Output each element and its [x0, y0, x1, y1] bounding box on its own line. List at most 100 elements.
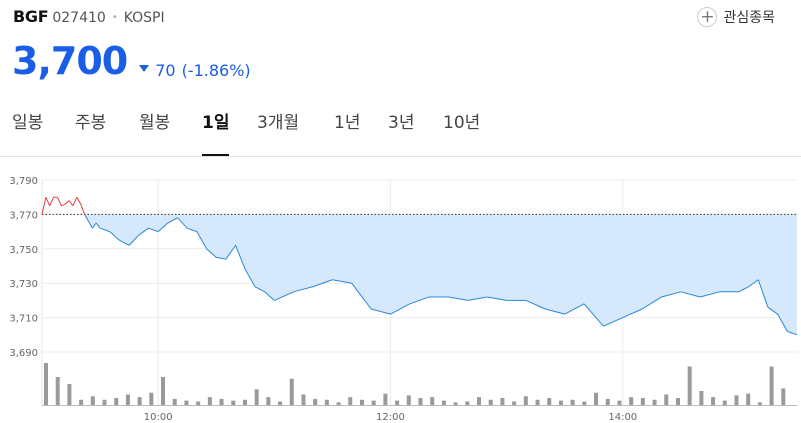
stock-header: BGF 027410 • KOSPI — [13, 7, 165, 31]
x-tick-label: 10:00 — [144, 412, 173, 423]
volume-bar — [746, 393, 751, 405]
volume-bar — [640, 398, 645, 405]
volume-bar — [617, 400, 622, 405]
price-line-segment — [57, 196, 62, 207]
stock-code: 027410 — [52, 10, 106, 26]
volume-bar — [383, 393, 388, 405]
volume-bar — [313, 398, 318, 405]
volume-bar — [371, 400, 376, 405]
volume-bar — [441, 400, 446, 405]
volume-bar — [278, 401, 283, 405]
price-line-segment — [80, 203, 86, 215]
price-line-segment — [49, 196, 55, 207]
volume-bar — [535, 399, 540, 405]
volume-bar — [336, 402, 341, 405]
price-area-fill — [42, 214, 797, 335]
volume-bar — [418, 398, 423, 405]
volume-bar — [44, 363, 48, 405]
volume-bar — [465, 401, 470, 405]
y-tick-label: 3,690 — [9, 348, 38, 359]
volume-bar — [254, 389, 259, 405]
price-line-segment — [72, 196, 78, 207]
volume-bar — [149, 392, 154, 405]
volume-bar — [324, 399, 329, 405]
y-tick-label: 3,710 — [9, 314, 38, 325]
volume-bar — [594, 392, 599, 405]
volume-bar — [231, 400, 236, 405]
volume-bar — [196, 401, 201, 405]
tab-1day[interactable]: 1일 — [202, 108, 230, 156]
volume-bar — [67, 384, 72, 405]
volume-bar — [582, 401, 587, 405]
volume-bar — [711, 397, 716, 405]
tab-3month[interactable]: 3개월 — [257, 108, 299, 138]
volume-bar — [558, 400, 563, 405]
volume-bar — [289, 378, 294, 405]
volume-bar — [488, 399, 493, 405]
down-arrow-icon — [139, 65, 150, 72]
volume-bar — [114, 398, 119, 405]
x-tick-label: 12:00 — [376, 412, 405, 423]
tab-weekly[interactable]: 주봉 — [75, 108, 106, 138]
volume-bar — [675, 398, 680, 405]
volume-bar — [477, 397, 482, 405]
volume-bar — [430, 397, 435, 405]
volume-bar — [90, 396, 95, 405]
plus-icon: + — [697, 7, 718, 27]
tab-10year[interactable]: 10년 — [443, 108, 480, 138]
volume-bar — [359, 399, 364, 405]
volume-bar — [781, 388, 786, 405]
change-amount: 70 — [155, 61, 176, 80]
volume-bar — [453, 402, 458, 405]
volume-bar — [242, 399, 247, 405]
current-price: 3,700 — [12, 39, 128, 83]
volume-bar — [547, 398, 552, 405]
tab-3year[interactable]: 3년 — [388, 108, 414, 138]
volume-bar — [687, 366, 692, 405]
y-tick-label: 3,790 — [9, 176, 38, 187]
volume-bar — [55, 377, 60, 405]
volume-bar — [102, 399, 107, 405]
volume-bar — [652, 399, 657, 405]
volume-bar — [722, 400, 727, 405]
add-watchlist-button[interactable]: + 관심종목 — [697, 7, 775, 27]
period-tabs: 일봉 주봉 월봉 1일 3개월 1년 3년 10년 — [0, 108, 801, 156]
volume-bar — [79, 399, 84, 405]
y-tick-label: 3,730 — [9, 279, 38, 290]
intraday-price-chart[interactable]: 3,790 3,770 3,750 3,730 3,710 3,690 10:00 12:00… — [0, 156, 801, 423]
volume-bar — [523, 396, 528, 405]
volume-bar — [734, 395, 739, 405]
y-tick-label: 3,770 — [9, 210, 38, 221]
tab-daily[interactable]: 일봉 — [12, 108, 43, 138]
price-row: 3,700 70 (-1.86%) — [12, 38, 251, 84]
volume-bar — [395, 400, 400, 405]
volume-bar — [512, 401, 517, 405]
volume-bar — [605, 398, 610, 405]
stock-ticker: BGF — [13, 7, 49, 26]
volume-bar — [348, 397, 353, 405]
volume-bar — [699, 391, 704, 405]
tab-monthly[interactable]: 월봉 — [139, 108, 170, 138]
price-change: 70 (-1.86%) — [139, 61, 251, 80]
volume-bar — [207, 397, 212, 405]
volume-bar — [125, 394, 130, 405]
volume-bar — [301, 394, 306, 405]
price-line-segment — [76, 196, 82, 205]
tab-1year[interactable]: 1년 — [334, 108, 360, 138]
price-line-segment — [64, 200, 70, 205]
y-tick-label: 3,750 — [9, 245, 38, 256]
price-line-segment — [45, 196, 51, 207]
volume-bar — [137, 397, 142, 405]
price-line-segment — [41, 197, 47, 215]
volume-bar — [161, 377, 166, 405]
price-line-segment — [68, 200, 74, 207]
change-percent: (-1.86%) — [181, 61, 251, 80]
volume-bar — [406, 395, 411, 405]
volume-bar — [266, 397, 271, 405]
volume-bar — [664, 394, 669, 405]
volume-bar — [219, 398, 224, 405]
price-line-segment — [61, 203, 66, 207]
separator-dot: • — [111, 12, 118, 23]
stock-market: KOSPI — [123, 10, 165, 26]
volume-bar — [172, 398, 177, 405]
